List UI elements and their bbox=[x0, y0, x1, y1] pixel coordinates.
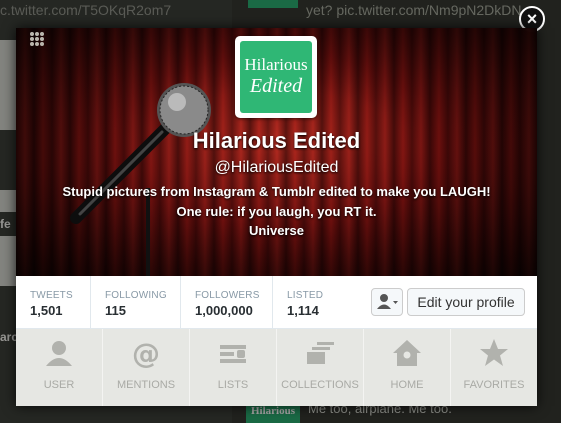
user-icon bbox=[46, 341, 72, 366]
stat-label: TWEETS bbox=[30, 290, 73, 301]
at-icon: @ bbox=[132, 338, 160, 368]
nav-label: FAVORITES bbox=[463, 379, 525, 391]
profile-location: Universe bbox=[249, 223, 304, 238]
home-icon bbox=[393, 340, 421, 366]
nav-collections[interactable]: COLLECTIONS bbox=[277, 329, 364, 406]
lists-icon bbox=[220, 345, 246, 363]
stat-label: FOLLOWING bbox=[105, 290, 167, 301]
stat-listed[interactable]: LISTED 1,114 bbox=[273, 276, 353, 328]
bio-line: One rule: if you laugh, you RT it. bbox=[176, 204, 377, 219]
profile-name: Hilarious Edited bbox=[192, 128, 361, 153]
nav-favorites[interactable]: FAVORITES bbox=[451, 329, 537, 406]
stat-label: LISTED bbox=[287, 290, 324, 301]
collections-icon bbox=[307, 342, 334, 364]
stat-value: 1,501 bbox=[30, 303, 63, 318]
grid-menu-icon[interactable] bbox=[30, 32, 44, 46]
stat-tweets[interactable]: TWEETS 1,501 bbox=[16, 276, 91, 328]
user-dropdown-icon bbox=[377, 294, 398, 309]
profile-handle[interactable]: @HilariousEdited bbox=[16, 159, 537, 177]
bio-line: Stupid pictures from Instagram & Tumblr … bbox=[62, 184, 491, 199]
nav-label: LISTS bbox=[217, 379, 249, 391]
stat-label: FOLLOWERS bbox=[195, 290, 260, 301]
svg-text:@: @ bbox=[132, 338, 160, 368]
stat-following[interactable]: FOLLOWING 115 bbox=[91, 276, 181, 328]
nav-home[interactable]: HOME bbox=[364, 329, 451, 406]
profile-popup: Hilarious Edited Hilarious Edited @Hilar… bbox=[16, 28, 537, 406]
nav-lists[interactable]: LISTS bbox=[190, 329, 277, 406]
avatar-text-line2: Edited bbox=[249, 75, 303, 97]
nav-label: HOME bbox=[390, 379, 424, 391]
avatar[interactable]: Hilarious Edited bbox=[235, 36, 317, 118]
profile-nav: USER @ MENTIONS LISTS COLLECTIONS HOME F… bbox=[16, 329, 537, 406]
profile-bio: Stupid pictures from Instagram & Tumblr … bbox=[36, 182, 517, 222]
nav-label: COLLECTIONS bbox=[281, 379, 359, 391]
user-actions-dropdown-button[interactable] bbox=[371, 288, 403, 316]
nav-label: MENTIONS bbox=[116, 379, 176, 391]
edit-profile-button[interactable]: Edit your profile bbox=[407, 288, 525, 316]
nav-user[interactable]: USER bbox=[16, 329, 103, 406]
nav-label: USER bbox=[43, 379, 75, 391]
avatar-image: Hilarious Edited bbox=[240, 41, 312, 113]
avatar-text-line1: Hilarious bbox=[244, 55, 308, 74]
stat-value: 1,000,000 bbox=[195, 303, 253, 318]
stat-followers[interactable]: FOLLOWERS 1,000,000 bbox=[181, 276, 273, 328]
profile-banner: Hilarious Edited Hilarious Edited @Hilar… bbox=[16, 28, 537, 276]
star-icon bbox=[480, 339, 508, 366]
nav-mentions[interactable]: @ MENTIONS bbox=[103, 329, 190, 406]
stat-value: 115 bbox=[105, 303, 126, 318]
stat-value: 1,114 bbox=[287, 303, 319, 318]
